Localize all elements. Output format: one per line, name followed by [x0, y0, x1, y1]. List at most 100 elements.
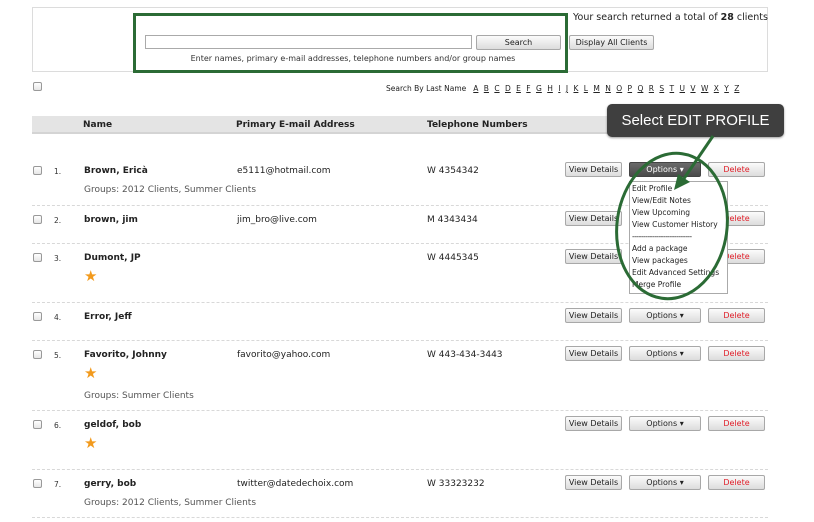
- letter-link-k[interactable]: K: [573, 84, 578, 93]
- letter-link-e[interactable]: E: [516, 84, 521, 93]
- search-input[interactable]: [145, 35, 472, 49]
- row-checkbox[interactable]: [33, 166, 42, 175]
- client-name[interactable]: brown, jim: [84, 215, 138, 225]
- client-email: e5111@hotmail.com: [237, 166, 331, 176]
- row-checkbox[interactable]: [33, 253, 42, 262]
- row-divider: [32, 410, 768, 411]
- menu-item-view-edit-notes[interactable]: View/Edit Notes: [630, 195, 727, 207]
- letter-link-h[interactable]: H: [547, 84, 553, 93]
- view-details-button[interactable]: View Details: [565, 475, 622, 490]
- letter-link-x[interactable]: X: [714, 84, 719, 93]
- alphabet-filter: Search By Last Name ABCDEFGHIJKLMNOPQRST…: [386, 84, 745, 93]
- display-all-clients-button[interactable]: Display All Clients: [569, 35, 654, 50]
- letter-link-b[interactable]: B: [484, 84, 489, 93]
- star-icon: ★: [84, 434, 98, 452]
- row-number: 1.: [54, 167, 62, 176]
- client-email: favorito@yahoo.com: [237, 350, 331, 360]
- options-button[interactable]: Options ▾: [629, 416, 701, 431]
- view-details-button[interactable]: View Details: [565, 211, 622, 226]
- options-dropdown-menu: Edit Profile View/Edit Notes View Upcoming…: [629, 181, 728, 294]
- menu-item-view-packages[interactable]: View packages: [630, 255, 727, 267]
- client-groups: Groups: 2012 Clients, Summer Clients: [84, 185, 257, 195]
- letter-link-l[interactable]: L: [584, 84, 588, 93]
- letter-link-q[interactable]: Q: [637, 84, 643, 93]
- options-button[interactable]: Options ▾: [629, 308, 701, 323]
- letter-link-y[interactable]: Y: [724, 84, 729, 93]
- header-name: Name: [83, 120, 113, 130]
- menu-item-add-a-package[interactable]: Add a package: [630, 243, 727, 255]
- letter-link-a[interactable]: A: [473, 84, 478, 93]
- delete-button[interactable]: Delete: [708, 308, 765, 323]
- letter-link-i[interactable]: I: [558, 84, 560, 93]
- row-divider: [32, 302, 768, 303]
- menu-item-edit-profile[interactable]: Edit Profile: [630, 183, 727, 195]
- client-groups: Groups: 2012 Clients, Summer Clients: [84, 498, 257, 508]
- checkbox[interactable]: [33, 82, 42, 91]
- letter-link-d[interactable]: D: [505, 84, 511, 93]
- letter-link-t[interactable]: T: [670, 84, 675, 93]
- client-name[interactable]: gerry, bob: [84, 479, 136, 489]
- row-number: 7.: [54, 480, 62, 489]
- row-divider: [32, 340, 768, 341]
- letter-link-u[interactable]: U: [680, 84, 686, 93]
- row-number: 5.: [54, 351, 62, 360]
- row-checkbox[interactable]: [33, 350, 42, 359]
- search-button[interactable]: Search: [476, 35, 561, 50]
- row-checkbox[interactable]: [33, 312, 42, 321]
- header-phone: Telephone Numbers: [427, 120, 528, 130]
- client-phone: W 443-434-3443: [427, 350, 503, 360]
- menu-item-view-customer-history[interactable]: View Customer History: [630, 219, 727, 231]
- select-all-checkbox[interactable]: [33, 82, 42, 94]
- delete-button[interactable]: Delete: [708, 346, 765, 361]
- letter-link-r[interactable]: R: [649, 84, 654, 93]
- letter-link-n[interactable]: N: [605, 84, 611, 93]
- client-phone: M 4343434: [427, 215, 478, 225]
- view-details-button[interactable]: View Details: [565, 416, 622, 431]
- delete-button[interactable]: Delete: [708, 416, 765, 431]
- client-groups: Groups: Summer Clients: [84, 391, 194, 401]
- view-details-button[interactable]: View Details: [565, 249, 622, 264]
- letter-link-g[interactable]: G: [536, 84, 542, 93]
- row-checkbox[interactable]: [33, 420, 42, 429]
- letter-link-f[interactable]: F: [526, 84, 530, 93]
- letter-link-v[interactable]: V: [690, 84, 695, 93]
- options-button[interactable]: Options ▾: [629, 475, 701, 490]
- row-checkbox[interactable]: [33, 215, 42, 224]
- row-checkbox[interactable]: [33, 479, 42, 488]
- alphabet-filter-label: Search By Last Name: [386, 84, 467, 93]
- menu-item-edit-advanced-settings[interactable]: Edit Advanced Settings: [630, 267, 727, 279]
- options-button[interactable]: Options ▾: [629, 346, 701, 361]
- letter-link-o[interactable]: O: [616, 84, 622, 93]
- delete-button[interactable]: Delete: [708, 475, 765, 490]
- client-name[interactable]: Error, Jeff: [84, 312, 132, 322]
- letter-link-j[interactable]: J: [566, 84, 568, 93]
- view-details-button[interactable]: View Details: [565, 162, 622, 177]
- row-number: 3.: [54, 254, 62, 263]
- client-name[interactable]: geldof, bob: [84, 420, 141, 430]
- annotation-callout: Select EDIT PROFILE: [607, 104, 784, 137]
- client-name[interactable]: Dumont, JP: [84, 253, 141, 263]
- letter-link-s[interactable]: S: [659, 84, 664, 93]
- client-name[interactable]: Brown, Ericà: [84, 166, 148, 176]
- menu-item-merge-profile[interactable]: Merge Profile: [630, 279, 727, 291]
- view-details-button[interactable]: View Details: [565, 346, 622, 361]
- client-email: twitter@datedechoix.com: [237, 479, 354, 489]
- result-prefix: Your search returned a total of: [573, 12, 718, 23]
- menu-item-view-upcoming[interactable]: View Upcoming: [630, 207, 727, 219]
- options-button[interactable]: Options ▾: [629, 162, 701, 177]
- letter-link-c[interactable]: C: [494, 84, 499, 93]
- client-name[interactable]: Favorito, Johnny: [84, 350, 167, 360]
- view-details-button[interactable]: View Details: [565, 308, 622, 323]
- row-number: 6.: [54, 421, 62, 430]
- row-number: 2.: [54, 216, 62, 225]
- row-divider: [32, 469, 768, 470]
- client-phone: W 4445345: [427, 253, 479, 263]
- client-phone: W 33323232: [427, 479, 485, 489]
- delete-button[interactable]: Delete: [708, 162, 765, 177]
- result-number: 28: [720, 12, 734, 23]
- result-count: Your search returned a total of 28 clien…: [573, 12, 768, 23]
- letter-link-w[interactable]: W: [701, 84, 708, 93]
- letter-link-z[interactable]: Z: [734, 84, 739, 93]
- letter-link-p[interactable]: P: [628, 84, 633, 93]
- letter-link-m[interactable]: M: [593, 84, 599, 93]
